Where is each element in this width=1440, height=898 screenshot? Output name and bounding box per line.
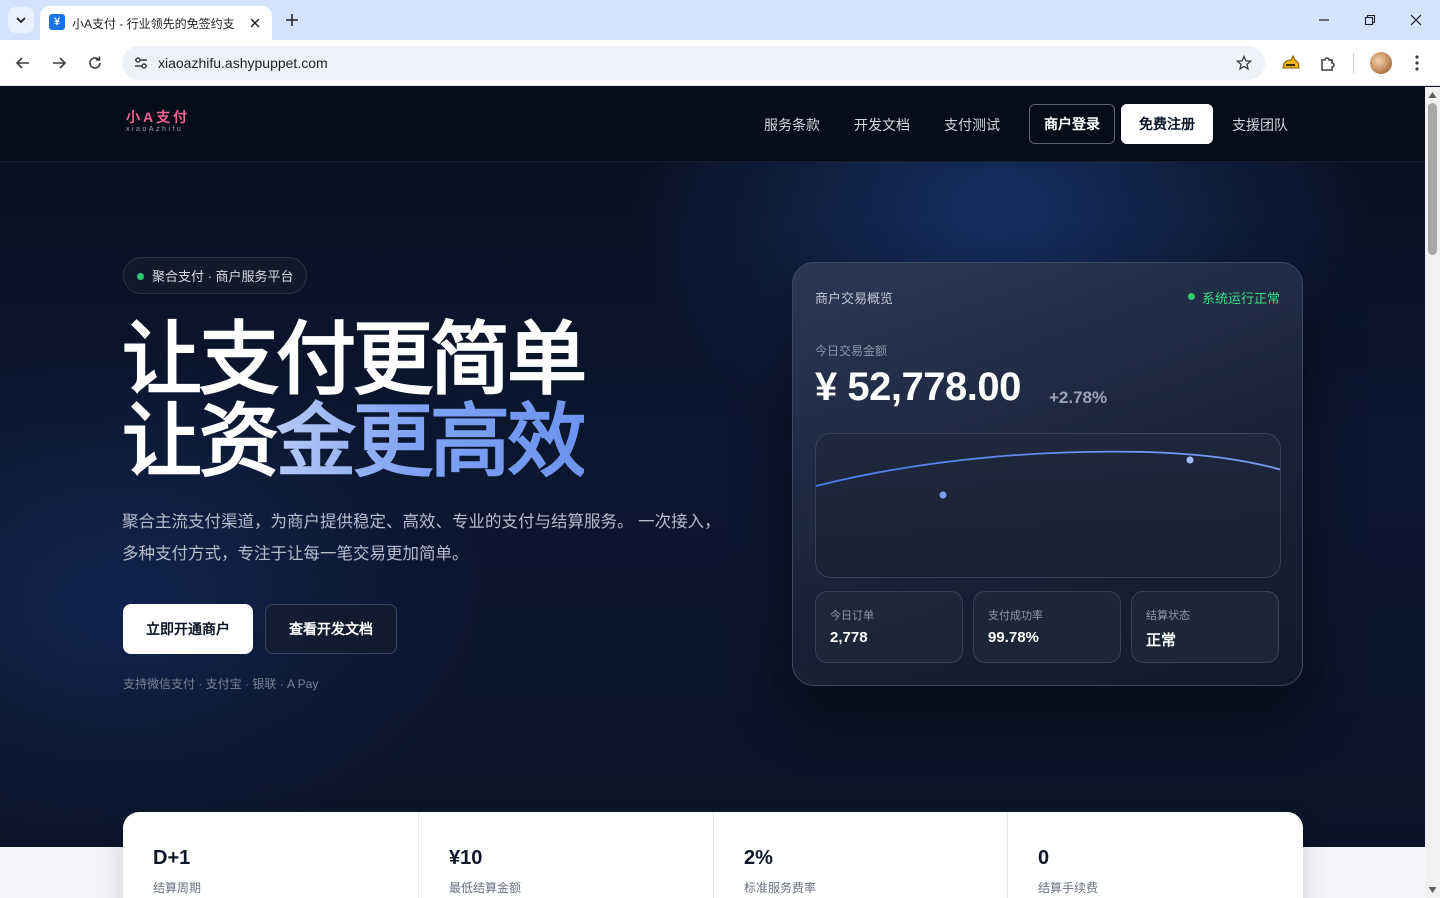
summary-value: 0 xyxy=(1038,847,1050,869)
transaction-overview-card: 商户交易概览 系统运行正常 今日交易金额 ¥ 52,778.00 +2.78% xyxy=(792,262,1303,686)
summary-strip: D+1 结算周期 ¥10 最低结算金额 2% 标准服务费率 0 结算手续费 xyxy=(123,812,1303,898)
plus-icon xyxy=(286,14,298,26)
toolbar-divider xyxy=(1353,53,1354,73)
restore-button[interactable] xyxy=(1358,8,1382,32)
payment-support-text: 支持微信支付 · 支付宝 · 银联 · A Pay xyxy=(123,677,319,691)
more-vertical-icon xyxy=(1415,55,1419,71)
extension-button[interactable] xyxy=(1279,51,1303,75)
stat-success-rate: 支付成功率 99.78% xyxy=(973,591,1121,663)
stat-today-orders: 今日订单 2,778 xyxy=(815,591,963,663)
summary-label: 最低结算金额 xyxy=(449,881,522,895)
scrollbar-thumb[interactable] xyxy=(1428,103,1437,255)
web-page: 小A支付 xiaoAzhifu 服务条款 开发文档 支付测试 商户登录 免费注册… xyxy=(0,87,1425,898)
page-scrollbar[interactable] xyxy=(1425,87,1440,898)
amount-change: +2.78% xyxy=(1049,388,1108,407)
hero-badge-text: 聚合支付 · 商户服务平台 xyxy=(152,269,294,284)
nav-docs[interactable]: 开发文档 xyxy=(854,115,910,135)
summary-item: 0 结算手续费 xyxy=(1007,812,1302,898)
site-info-button[interactable] xyxy=(132,54,150,72)
scroll-up-arrow-icon[interactable] xyxy=(1428,91,1437,99)
site-logo[interactable]: 小A支付 xiaoAzhifu xyxy=(126,109,190,134)
system-status: 系统运行正常 xyxy=(1187,288,1280,307)
logo-text: 小A支付 xyxy=(126,109,191,125)
stat-value: 2,778 xyxy=(830,629,868,646)
summary-value: D+1 xyxy=(153,847,191,869)
scroll-down-arrow-icon[interactable] xyxy=(1428,886,1437,894)
amount-label: 今日交易金额 xyxy=(815,344,888,358)
browser-toolbar: xiaoazhifu.ashypuppet.com xyxy=(0,40,1440,86)
summary-item: D+1 结算周期 xyxy=(123,812,418,898)
hero-title: 让支付更简单 让资金更高效 xyxy=(122,315,587,483)
trend-line-graphic xyxy=(816,450,1280,499)
status-dot xyxy=(137,273,144,280)
tune-icon xyxy=(135,57,147,69)
summary-item: ¥10 最低结算金额 xyxy=(418,812,713,898)
hero-description: 聚合主流支付渠道，为商户提供稳定、高效、专业的支付与结算服务。 一次接入，多种支… xyxy=(122,513,721,563)
profile-avatar[interactable] xyxy=(1370,52,1392,74)
hero-title-line1: 让支付更简单 xyxy=(122,315,587,404)
amount-value: ¥ 52,778.00 xyxy=(815,365,1021,409)
url-text[interactable]: xiaoazhifu.ashypuppet.com xyxy=(158,55,328,71)
hero-badge: 聚合支付 · 商户服务平台 xyxy=(123,257,307,294)
tab-close-button[interactable] xyxy=(246,14,264,32)
browser-tab-bar: ¥ 小A支付 - 行业领先的免签约支 xyxy=(0,0,1440,40)
merchant-login-button[interactable]: 商户登录 xyxy=(1029,104,1115,144)
chart-point xyxy=(1186,456,1194,464)
bookmark-button[interactable] xyxy=(1235,54,1253,72)
nav-terms[interactable]: 服务条款 xyxy=(764,115,820,135)
tab-title: 小A支付 - 行业领先的免签约支 xyxy=(72,17,235,31)
hero-title-line2: 让资金更高效 xyxy=(122,401,587,483)
stat-label: 今日订单 xyxy=(830,610,874,622)
stat-value: 正常 xyxy=(1146,632,1177,649)
close-icon xyxy=(250,18,260,28)
chevron-down-icon xyxy=(16,17,26,24)
minimize-button[interactable] xyxy=(1312,8,1336,32)
browser-menu-button[interactable] xyxy=(1406,51,1428,75)
summary-label: 结算周期 xyxy=(153,881,202,895)
free-register-button[interactable]: 免费注册 xyxy=(1121,104,1213,144)
open-merchant-button[interactable]: 立即开通商户 xyxy=(123,604,253,654)
stat-label: 结算状态 xyxy=(1146,610,1190,622)
arrow-left-icon xyxy=(15,57,29,69)
stat-label: 支付成功率 xyxy=(988,610,1043,622)
site-header: 小A支付 xiaoAzhifu 服务条款 开发文档 支付测试 商户登录 免费注册… xyxy=(0,87,1425,162)
site-favicon-icon: ¥ xyxy=(49,14,65,30)
minimize-icon xyxy=(1319,19,1329,21)
chart-point xyxy=(939,491,947,499)
extension-cat-icon xyxy=(1282,54,1300,69)
extensions-menu-button[interactable] xyxy=(1316,51,1340,75)
system-status-text: 系统运行正常 xyxy=(1201,291,1280,306)
status-dot xyxy=(1187,293,1195,300)
reload-icon xyxy=(89,56,101,69)
close-icon xyxy=(1410,14,1422,26)
back-button[interactable] xyxy=(9,49,37,77)
stat-value: 99.78% xyxy=(988,629,1039,646)
stat-settlement-status: 结算状态 正常 xyxy=(1131,591,1279,663)
summary-item: 2% 标准服务费率 xyxy=(713,812,1008,898)
star-icon xyxy=(1236,55,1252,71)
trend-chart xyxy=(815,433,1281,578)
reload-button[interactable] xyxy=(81,49,109,77)
tab-search-button[interactable] xyxy=(8,7,34,33)
restore-icon xyxy=(1364,14,1376,26)
nav-support[interactable]: 支援团队 xyxy=(1232,115,1288,135)
hero-title-line2-plain: 让资 xyxy=(122,397,279,486)
address-bar[interactable]: xiaoazhifu.ashypuppet.com xyxy=(122,46,1265,80)
browser-tab-active[interactable]: ¥ 小A支付 - 行业领先的免签约支 xyxy=(40,6,272,40)
nav-pay-test[interactable]: 支付测试 xyxy=(944,115,1000,135)
summary-value: 2% xyxy=(744,847,773,869)
logo-subtext: xiaoAzhifu xyxy=(126,126,184,133)
summary-label: 结算手续费 xyxy=(1038,881,1099,895)
card-title: 商户交易概览 xyxy=(815,291,894,306)
view-docs-button[interactable]: 查看开发文档 xyxy=(265,604,397,654)
new-tab-button[interactable] xyxy=(281,9,303,31)
summary-label: 标准服务费率 xyxy=(744,881,817,895)
hero-title-highlight: 金更高效 xyxy=(276,397,587,486)
close-window-button[interactable] xyxy=(1404,8,1428,32)
forward-button[interactable] xyxy=(45,49,73,77)
trend-line xyxy=(816,450,1280,487)
arrow-right-icon xyxy=(53,57,67,69)
puzzle-icon xyxy=(1321,57,1335,71)
summary-value: ¥10 xyxy=(449,847,483,869)
